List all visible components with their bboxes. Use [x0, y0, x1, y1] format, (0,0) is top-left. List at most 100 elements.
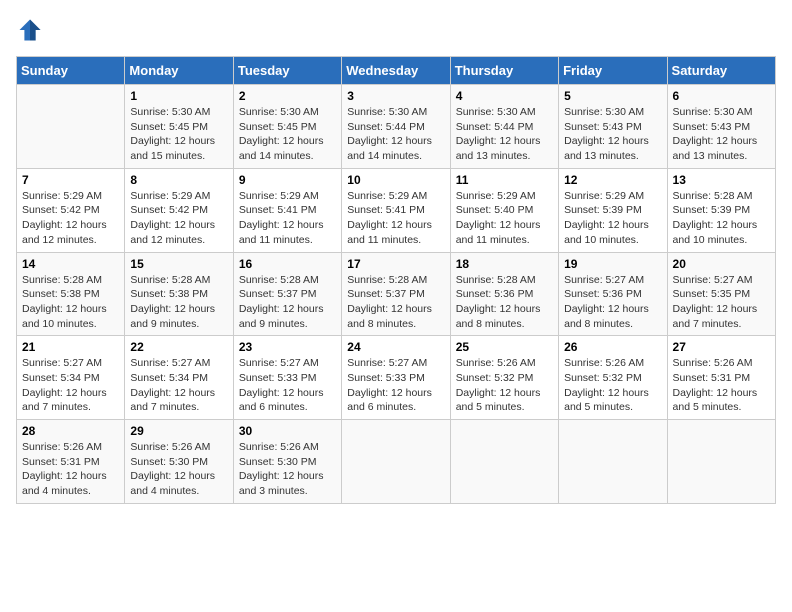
day-info: Sunrise: 5:26 AM Sunset: 5:30 PM Dayligh…	[130, 440, 227, 499]
week-row-3: 14 Sunrise: 5:28 AM Sunset: 5:38 PM Dayli…	[17, 252, 776, 336]
calendar-cell: 24Sunrise: 5:27 AM Sunset: 5:33 PM Dayli…	[342, 336, 450, 420]
day-number: 14	[22, 257, 119, 271]
day-info: Sunrise: 5:26 AM Sunset: 5:31 PM Dayligh…	[673, 356, 770, 415]
calendar-cell: 14 Sunrise: 5:28 AM Sunset: 5:38 PM Dayli…	[17, 252, 125, 336]
day-number: 11	[456, 173, 553, 187]
day-number: 19	[564, 257, 661, 271]
day-info: Sunrise: 5:27 AM Sunset: 5:36 PM Dayligh…	[564, 273, 661, 332]
day-info: Sunrise: 5:26 AM Sunset: 5:32 PM Dayligh…	[564, 356, 661, 415]
day-info: Sunrise: 5:28 AM Sunset: 5:37 PM Dayligh…	[239, 273, 336, 332]
day-info: Sunrise: 5:28 AM Sunset: 5:39 PM Dayligh…	[673, 189, 770, 248]
day-info: Sunrise: 5:29 AM Sunset: 5:39 PM Dayligh…	[564, 189, 661, 248]
calendar-cell: 23 Sunrise: 5:27 AM Sunset: 5:33 PM Dayli…	[233, 336, 341, 420]
header-cell-wednesday: Wednesday	[342, 57, 450, 85]
calendar-cell: 1 Sunrise: 5:30 AM Sunset: 5:45 PM Daylig…	[125, 85, 233, 169]
calendar-body: 1 Sunrise: 5:30 AM Sunset: 5:45 PM Daylig…	[17, 85, 776, 504]
day-number: 15	[130, 257, 227, 271]
day-number: 3	[347, 89, 444, 103]
calendar-cell: 9 Sunrise: 5:29 AM Sunset: 5:41 PM Daylig…	[233, 168, 341, 252]
day-number: 8	[130, 173, 227, 187]
day-number: 5	[564, 89, 661, 103]
calendar-cell: 22Sunrise: 5:27 AM Sunset: 5:34 PM Dayli…	[125, 336, 233, 420]
calendar-cell: 11 Sunrise: 5:29 AM Sunset: 5:40 PM Dayli…	[450, 168, 558, 252]
calendar-cell: 17 Sunrise: 5:28 AM Sunset: 5:37 PM Dayli…	[342, 252, 450, 336]
day-number: 18	[456, 257, 553, 271]
day-info: Sunrise: 5:27 AM Sunset: 5:34 PM Dayligh…	[130, 356, 227, 415]
calendar-table: SundayMondayTuesdayWednesdayThursdayFrid…	[16, 56, 776, 504]
day-info: Sunrise: 5:29 AM Sunset: 5:41 PM Dayligh…	[347, 189, 444, 248]
calendar-cell	[342, 420, 450, 504]
calendar-cell: 3 Sunrise: 5:30 AM Sunset: 5:44 PM Daylig…	[342, 85, 450, 169]
day-info: Sunrise: 5:28 AM Sunset: 5:38 PM Dayligh…	[130, 273, 227, 332]
day-info: Sunrise: 5:28 AM Sunset: 5:38 PM Dayligh…	[22, 273, 119, 332]
day-info: Sunrise: 5:27 AM Sunset: 5:34 PM Dayligh…	[22, 356, 119, 415]
calendar-cell: 12 Sunrise: 5:29 AM Sunset: 5:39 PM Dayli…	[559, 168, 667, 252]
calendar-cell: 20 Sunrise: 5:27 AM Sunset: 5:35 PM Dayli…	[667, 252, 775, 336]
calendar-cell: 28 Sunrise: 5:26 AM Sunset: 5:31 PM Dayli…	[17, 420, 125, 504]
calendar-cell	[17, 85, 125, 169]
header-cell-sunday: Sunday	[17, 57, 125, 85]
calendar-cell: 18 Sunrise: 5:28 AM Sunset: 5:36 PM Dayli…	[450, 252, 558, 336]
day-info: Sunrise: 5:28 AM Sunset: 5:36 PM Dayligh…	[456, 273, 553, 332]
day-info: Sunrise: 5:26 AM Sunset: 5:31 PM Dayligh…	[22, 440, 119, 499]
day-number: 4	[456, 89, 553, 103]
day-number: 9	[239, 173, 336, 187]
day-info: Sunrise: 5:26 AM Sunset: 5:30 PM Dayligh…	[239, 440, 336, 499]
day-info: Sunrise: 5:30 AM Sunset: 5:43 PM Dayligh…	[564, 105, 661, 164]
day-number: 27	[673, 340, 770, 354]
day-info: Sunrise: 5:30 AM Sunset: 5:44 PM Dayligh…	[456, 105, 553, 164]
calendar-cell: 19 Sunrise: 5:27 AM Sunset: 5:36 PM Dayli…	[559, 252, 667, 336]
header-cell-saturday: Saturday	[667, 57, 775, 85]
day-number: 26	[564, 340, 661, 354]
calendar-cell	[450, 420, 558, 504]
calendar-cell: 25 Sunrise: 5:26 AM Sunset: 5:32 PM Dayli…	[450, 336, 558, 420]
day-number: 25	[456, 340, 553, 354]
calendar-cell: 4 Sunrise: 5:30 AM Sunset: 5:44 PM Daylig…	[450, 85, 558, 169]
day-info: Sunrise: 5:29 AM Sunset: 5:42 PM Dayligh…	[130, 189, 227, 248]
day-number: 12	[564, 173, 661, 187]
day-number: 10	[347, 173, 444, 187]
day-number: 23	[239, 340, 336, 354]
day-number: 28	[22, 424, 119, 438]
calendar-cell: 16 Sunrise: 5:28 AM Sunset: 5:37 PM Dayli…	[233, 252, 341, 336]
calendar-cell: 2Sunrise: 5:30 AM Sunset: 5:45 PM Daylig…	[233, 85, 341, 169]
day-info: Sunrise: 5:30 AM Sunset: 5:45 PM Dayligh…	[239, 105, 336, 164]
calendar-cell: 30 Sunrise: 5:26 AM Sunset: 5:30 PM Dayli…	[233, 420, 341, 504]
calendar-cell: 10 Sunrise: 5:29 AM Sunset: 5:41 PM Dayli…	[342, 168, 450, 252]
day-number: 20	[673, 257, 770, 271]
logo	[16, 16, 48, 44]
day-info: Sunrise: 5:26 AM Sunset: 5:32 PM Dayligh…	[456, 356, 553, 415]
calendar-cell	[667, 420, 775, 504]
week-row-1: 1 Sunrise: 5:30 AM Sunset: 5:45 PM Daylig…	[17, 85, 776, 169]
day-number: 16	[239, 257, 336, 271]
day-info: Sunrise: 5:30 AM Sunset: 5:44 PM Dayligh…	[347, 105, 444, 164]
day-number: 24	[347, 340, 444, 354]
day-info: Sunrise: 5:30 AM Sunset: 5:45 PM Dayligh…	[130, 105, 227, 164]
day-info: Sunrise: 5:29 AM Sunset: 5:40 PM Dayligh…	[456, 189, 553, 248]
page-header	[16, 16, 776, 44]
calendar-cell: 21 Sunrise: 5:27 AM Sunset: 5:34 PM Dayli…	[17, 336, 125, 420]
calendar-cell: 8 Sunrise: 5:29 AM Sunset: 5:42 PM Daylig…	[125, 168, 233, 252]
day-number: 30	[239, 424, 336, 438]
week-row-5: 28 Sunrise: 5:26 AM Sunset: 5:31 PM Dayli…	[17, 420, 776, 504]
day-number: 29	[130, 424, 227, 438]
day-info: Sunrise: 5:27 AM Sunset: 5:33 PM Dayligh…	[239, 356, 336, 415]
day-info: Sunrise: 5:29 AM Sunset: 5:42 PM Dayligh…	[22, 189, 119, 248]
header-row: SundayMondayTuesdayWednesdayThursdayFrid…	[17, 57, 776, 85]
week-row-4: 21 Sunrise: 5:27 AM Sunset: 5:34 PM Dayli…	[17, 336, 776, 420]
day-number: 1	[130, 89, 227, 103]
day-info: Sunrise: 5:28 AM Sunset: 5:37 PM Dayligh…	[347, 273, 444, 332]
day-number: 17	[347, 257, 444, 271]
day-info: Sunrise: 5:29 AM Sunset: 5:41 PM Dayligh…	[239, 189, 336, 248]
logo-icon	[16, 16, 44, 44]
calendar-cell: 7Sunrise: 5:29 AM Sunset: 5:42 PM Daylig…	[17, 168, 125, 252]
day-number: 21	[22, 340, 119, 354]
day-number: 13	[673, 173, 770, 187]
day-info: Sunrise: 5:30 AM Sunset: 5:43 PM Dayligh…	[673, 105, 770, 164]
calendar-cell: 6 Sunrise: 5:30 AM Sunset: 5:43 PM Daylig…	[667, 85, 775, 169]
day-info: Sunrise: 5:27 AM Sunset: 5:35 PM Dayligh…	[673, 273, 770, 332]
calendar-cell: 13 Sunrise: 5:28 AM Sunset: 5:39 PM Dayli…	[667, 168, 775, 252]
week-row-2: 7Sunrise: 5:29 AM Sunset: 5:42 PM Daylig…	[17, 168, 776, 252]
header-cell-tuesday: Tuesday	[233, 57, 341, 85]
day-number: 6	[673, 89, 770, 103]
